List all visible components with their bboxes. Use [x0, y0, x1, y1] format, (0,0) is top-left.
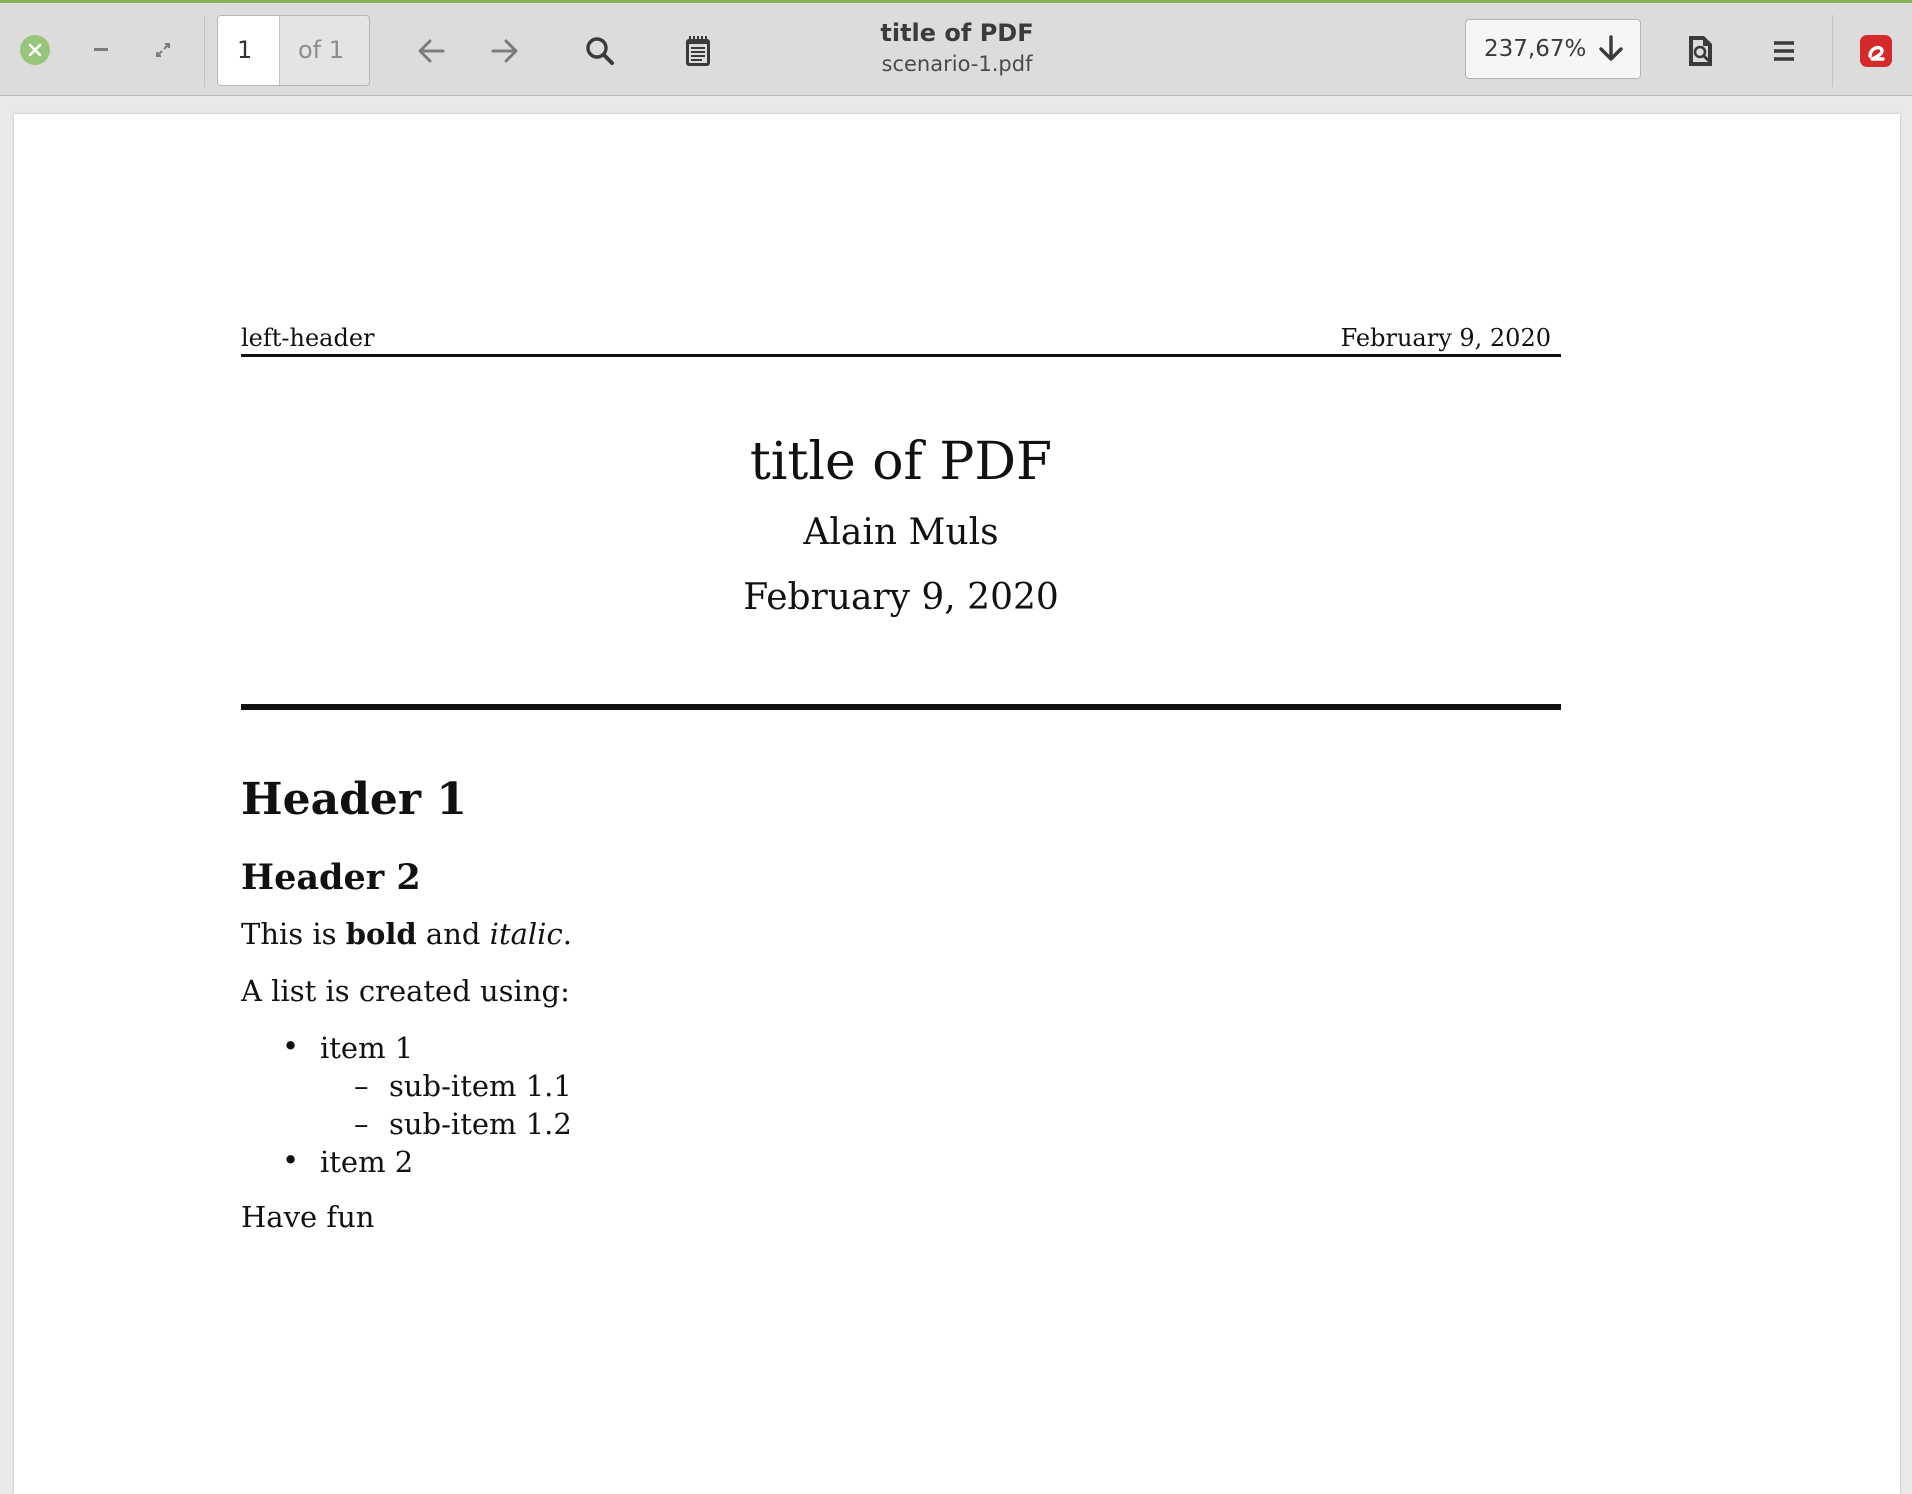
- toolbar: 1 of 1 title of PDF scenario-1.pdf 237,6…: [0, 0, 1912, 96]
- document-title: title of PDF: [749, 432, 1053, 492]
- document-author: Alain Muls: [803, 512, 999, 553]
- list-item: item 2: [320, 1145, 414, 1179]
- arrow-left-icon: [418, 39, 445, 63]
- page-header-left: left-header: [241, 324, 375, 352]
- maximize-window-icon[interactable]: [148, 35, 178, 65]
- window-filename: scenario-1.pdf: [881, 52, 1033, 76]
- list-item: item 1: [320, 1031, 414, 1065]
- menu-button[interactable]: [1764, 31, 1804, 71]
- notepad-icon: [686, 36, 710, 66]
- previous-page-button[interactable]: [411, 31, 451, 71]
- document-properties-button[interactable]: [1681, 31, 1721, 71]
- window-title-block: title of PDF scenario-1.pdf: [800, 17, 1114, 79]
- list-bullet: •: [282, 1143, 300, 1177]
- document-search-icon: [1689, 36, 1712, 66]
- bold-text: bold: [345, 917, 417, 951]
- close-window-icon[interactable]: [20, 35, 50, 65]
- pdf-page: left-header February 9, 2020 title of PD…: [14, 114, 1900, 1494]
- page-selector: 1 of 1: [217, 15, 370, 86]
- title-rule: [241, 704, 1561, 710]
- search-icon: [586, 37, 614, 65]
- window-title: title of PDF: [880, 19, 1034, 47]
- next-page-button[interactable]: [485, 31, 525, 71]
- annotations-button[interactable]: [678, 31, 718, 71]
- page-total-label: of 1: [298, 36, 345, 64]
- heading-1: Header 1: [241, 774, 467, 825]
- para-text: .: [562, 917, 572, 951]
- page-number-input[interactable]: 1: [218, 16, 280, 85]
- sublist-item: sub-item 1.1: [389, 1069, 572, 1103]
- zoom-selector[interactable]: 237,67%: [1465, 19, 1641, 79]
- sublist-item: sub-item 1.2: [389, 1107, 572, 1141]
- app-logo-icon[interactable]: [1860, 35, 1892, 67]
- paragraph-closing: Have fun: [241, 1200, 375, 1234]
- document-date: February 9, 2020: [743, 577, 1059, 618]
- arrow-down-icon: [1599, 35, 1623, 61]
- zoom-level: 237,67%: [1484, 36, 1587, 62]
- heading-2: Header 2: [241, 857, 421, 898]
- search-button[interactable]: [580, 31, 620, 71]
- minimize-window-icon[interactable]: [86, 35, 116, 65]
- paragraph-list-intro: A list is created using:: [241, 974, 570, 1008]
- document-viewport[interactable]: left-header February 9, 2020 title of PD…: [0, 96, 1912, 1494]
- paragraph-formatting: This is bold and italic.: [241, 917, 572, 951]
- page-header-right: February 9, 2020: [1340, 324, 1551, 352]
- hamburger-menu-icon: [1774, 41, 1794, 61]
- arrow-right-icon: [491, 39, 518, 63]
- header-rule: [241, 354, 1561, 357]
- toolbar-separator: [1832, 15, 1833, 87]
- sublist-dash: –: [354, 1069, 369, 1103]
- sublist-dash: –: [354, 1107, 369, 1141]
- para-text: This is: [241, 917, 346, 951]
- para-text: and: [416, 917, 490, 951]
- toolbar-separator: [204, 15, 205, 87]
- italic-text: italic: [489, 917, 563, 951]
- list-bullet: •: [282, 1029, 300, 1063]
